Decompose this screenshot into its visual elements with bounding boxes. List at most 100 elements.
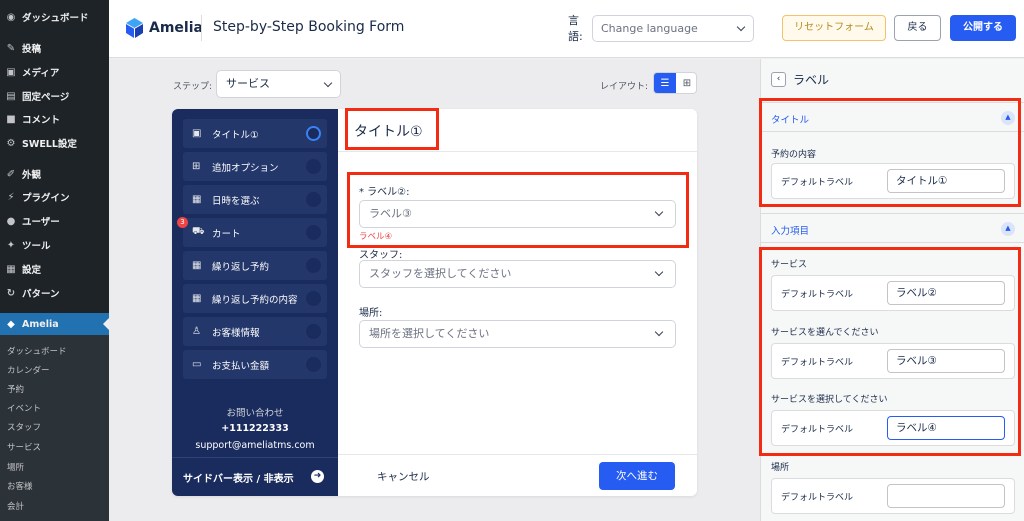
language-select[interactable]: Change language [592, 15, 754, 42]
service-error-text: ラベル④ [359, 232, 393, 242]
form-header: タイトル① [338, 109, 697, 152]
group-label: サービスを選択してください [771, 395, 888, 405]
step-status-indicator [306, 225, 321, 240]
arrow-right-icon[interactable]: ➜ [311, 470, 324, 483]
step-item[interactable]: ▦ 日時を選ぶ [183, 185, 327, 214]
wp-menu-appearance[interactable]: ✐ 外観 [0, 163, 109, 185]
step-item[interactable]: ▣ タイトル① [183, 119, 327, 148]
calendar-list-icon: ▦ [192, 293, 202, 304]
step-item-label: 追加オプション [212, 162, 279, 174]
step-item-label: お支払い金額 [212, 360, 270, 372]
step-select[interactable]: サービス [216, 70, 341, 98]
location-label-input[interactable] [887, 484, 1005, 508]
chevron-down-icon [736, 22, 746, 32]
wp-menu-media[interactable]: ▣ メディア [0, 61, 109, 83]
wp-menu-label: 外観 [22, 170, 42, 181]
step-item[interactable]: ⊞ 追加オプション [183, 152, 327, 181]
chevron-left-icon[interactable]: ‹ [771, 72, 786, 87]
step-item[interactable]: ♙ お客様情報 [183, 317, 327, 346]
step-status-indicator [306, 324, 321, 339]
settings-icon: ⚙ [6, 137, 16, 149]
service-label-input[interactable]: ラベル② [887, 281, 1005, 305]
next-step-button[interactable]: 次へ進む [599, 462, 675, 490]
step-item-label: タイトル① [212, 129, 259, 141]
calendar-icon: ▦ [192, 194, 202, 205]
layout-label: レイアウト: [600, 82, 649, 92]
wp-menu-label: コメント [22, 115, 61, 126]
reset-form-button[interactable]: リセットフォーム [782, 15, 886, 41]
preview-canvas: ステップ: サービス レイアウト: ☰ ⊞ ▣ タイトル① ⊞ 追加オプション ▦ 日… [109, 59, 760, 521]
back-button[interactable]: 戻る [894, 15, 941, 41]
wp-menu-pages[interactable]: ▤ 固定ページ [0, 85, 109, 107]
step-status-indicator [306, 291, 321, 306]
layout-list-icon[interactable]: ☰ [654, 73, 676, 93]
wp-submenu-item[interactable]: お客様 [7, 480, 33, 492]
step-item-label: お客様情報 [212, 327, 260, 339]
wp-menu-users[interactable]: ● ユーザー [0, 210, 109, 232]
section-title-label: タイトル [771, 115, 810, 126]
form-footer: キャンセル 次へ進む [338, 454, 697, 496]
select-service-label-input[interactable]: ラベル④ [887, 416, 1005, 440]
wp-admin-sidebar: ◉ ダッシュボード ✎ 投稿 ▣ メディア ▤ 固定ページ ■ コメント ⚙ SWELL設定… [0, 0, 109, 521]
step-item-label: 繰り返し予約の内容 [212, 294, 298, 306]
language-label: 言語: [568, 14, 583, 43]
wp-menu-label: ダッシュボード [22, 13, 89, 24]
service-select[interactable]: ラベル③ [359, 200, 676, 228]
title-label-input[interactable]: タイトル① [887, 169, 1005, 193]
step-item[interactable]: ▭ お支払い金額 [183, 350, 327, 379]
wp-submenu-item[interactable]: 予約 [7, 383, 24, 395]
wp-submenu-item[interactable]: スタッフ [7, 421, 41, 433]
wp-submenu-item[interactable]: 会計 [7, 500, 24, 512]
user-icon: ● [6, 215, 16, 227]
wp-submenu: ダッシュボード カレンダー 予約 イベント スタッフ サービス 場所 お客様 会… [0, 335, 109, 521]
section-header-title[interactable]: タイトル ▲ [761, 102, 1024, 132]
step-item[interactable]: ▦ 繰り返し予約 [183, 251, 327, 280]
staff-select[interactable]: スタッフを選択してください [359, 260, 676, 288]
wp-menu-comments[interactable]: ■ コメント [0, 108, 109, 130]
wp-menu-label: 固定ページ [22, 92, 70, 103]
step-status-indicator [306, 126, 321, 141]
person-icon: ♙ [192, 326, 201, 337]
wp-menu-dashboard[interactable]: ◉ ダッシュボード [0, 6, 109, 28]
wp-submenu-item[interactable]: 場所 [7, 461, 24, 473]
wp-menu-patterns[interactable]: ↻ パターン [0, 282, 109, 304]
step-item[interactable]: ▦ 繰り返し予約の内容 [183, 284, 327, 313]
publish-button[interactable]: 公開する [950, 15, 1016, 41]
choose-service-label-input[interactable]: ラベル③ [887, 349, 1005, 373]
wp-submenu-item[interactable]: サービス [7, 441, 41, 453]
wp-submenu-item[interactable]: イベント [7, 402, 41, 414]
step-item-label: 日時を選ぶ [212, 195, 260, 207]
step-item[interactable]: ⛟ カート [183, 218, 327, 247]
section-header-inputs[interactable]: 入力項目 ▲ [761, 213, 1024, 243]
panel-title: ラベル [793, 73, 830, 87]
wp-submenu-item[interactable]: ダッシュボード [7, 345, 67, 357]
location-select[interactable]: 場所を選択してください [359, 320, 676, 348]
sidebar-toggle-row[interactable]: サイドバー表示 / 非表示 ➜ [172, 457, 338, 496]
staff-select-placeholder: スタッフを選択してください [369, 267, 512, 280]
wp-menu-label: 設定 [22, 265, 42, 276]
pin-icon: ✎ [6, 42, 16, 54]
language-select-value: Change language [601, 22, 698, 35]
sidebar-toggle-label: サイドバー表示 / 非表示 [183, 474, 294, 485]
wp-menu-plugins[interactable]: ⚡ プラグイン [0, 186, 109, 208]
card-icon: ▭ [192, 359, 202, 370]
step-status-indicator [306, 357, 321, 372]
wp-menu-posts[interactable]: ✎ 投稿 [0, 37, 109, 59]
layout-grid-icon[interactable]: ⊞ [676, 73, 696, 93]
repeat-calendar-icon: ▦ [192, 260, 202, 271]
chevron-up-icon[interactable]: ▲ [1001, 111, 1015, 125]
default-label-text: デフォルトラベル [781, 290, 854, 300]
step-label: ステップ: [173, 82, 213, 92]
page-title: Step-by-Step Booking Form [213, 19, 405, 35]
group-label: 予約の内容 [771, 150, 817, 160]
wp-menu-tools[interactable]: ✦ ツール [0, 234, 109, 256]
wp-submenu-item[interactable]: カレンダー [7, 364, 50, 376]
wp-menu-label: プラグイン [22, 193, 70, 204]
chevron-down-icon [654, 267, 664, 277]
service-select-placeholder: ラベル③ [369, 207, 412, 220]
wp-menu-amelia[interactable]: ◆ Amelia [0, 313, 109, 335]
chevron-up-icon[interactable]: ▲ [1001, 222, 1015, 236]
wp-menu-swell[interactable]: ⚙ SWELL設定 [0, 132, 109, 154]
cancel-button[interactable]: キャンセル [377, 469, 430, 484]
wp-menu-settings[interactable]: ▦ 設定 [0, 258, 109, 280]
